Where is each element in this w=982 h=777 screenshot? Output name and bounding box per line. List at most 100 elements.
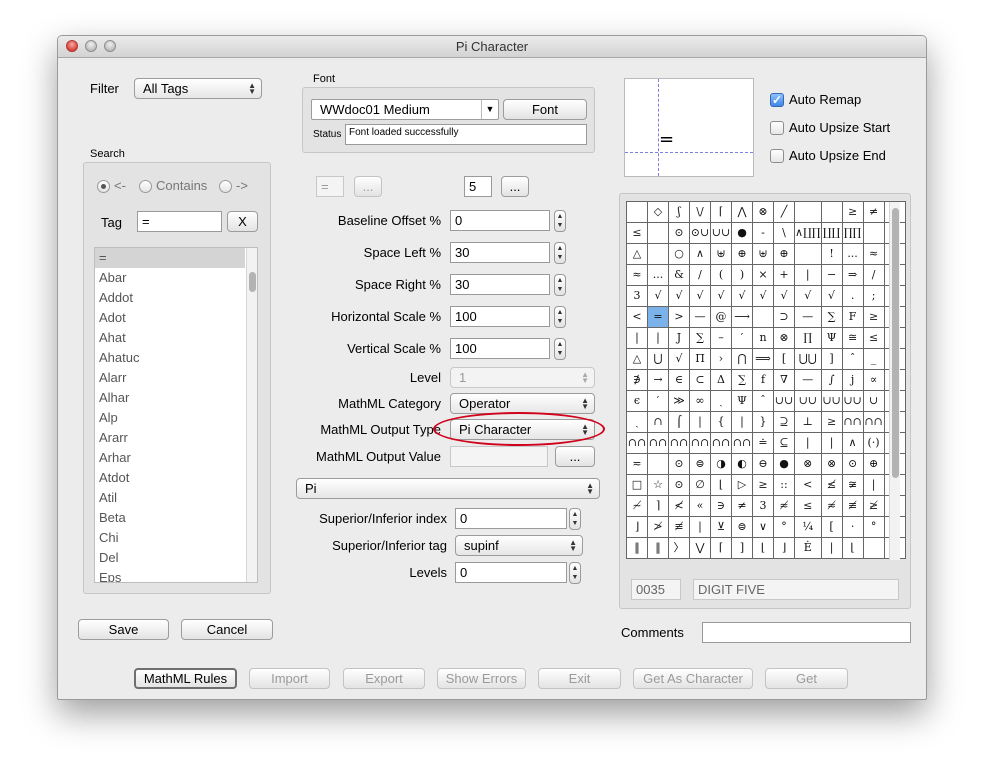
grid-cell[interactable]: ˆ: [752, 390, 774, 412]
grid-cell[interactable]: ●: [773, 453, 795, 475]
grid-cell[interactable]: ≰: [820, 474, 843, 496]
grid-cell[interactable]: ): [731, 264, 753, 286]
grid-cell[interactable]: ≫: [668, 390, 690, 412]
baseline-offset-input[interactable]: 0: [450, 210, 550, 231]
grid-cell[interactable]: –: [710, 327, 732, 349]
grid-cell[interactable]: ...: [841, 243, 864, 265]
grid-cell[interactable]: ≥: [862, 306, 885, 328]
grid-cell[interactable]: ⊻: [710, 516, 732, 538]
grid-cell[interactable]: ⊗: [773, 327, 795, 349]
save-button[interactable]: Save: [78, 619, 169, 640]
grid-cell[interactable]: ≯: [647, 516, 669, 538]
grid-cell[interactable]: ∏: [794, 327, 822, 349]
grid-cell[interactable]: ◐: [731, 453, 753, 475]
grid-cell[interactable]: ∪∪: [794, 390, 822, 412]
grid-cell[interactable]: √: [752, 285, 774, 307]
grid-cell[interactable]: ≮: [668, 495, 690, 517]
space-right-stepper[interactable]: ▲ ▼: [554, 274, 566, 296]
grid-cell[interactable]: −: [820, 264, 843, 286]
character-grid[interactable]: ◇ ʃ \/⌈ ⋀ ⊗ ╱ ≥ ≠ ≤ ⊙ ⊙∪ ∪∪ ● - \ ∧∐∏ ∐∐ ∏∏ △ ○ ∧ ⊎ ⊕ ⊎ ⊕!... ≈ ≈.…: [626, 201, 906, 559]
grid-cell[interactable]: ⊂: [689, 369, 711, 391]
grid-cell[interactable]: ▷: [731, 474, 753, 496]
clear-tag-button[interactable]: X: [227, 211, 258, 232]
tag-list-item[interactable]: Abar: [95, 268, 245, 288]
grid-cell[interactable]: ∞: [689, 390, 711, 412]
grid-cell[interactable]: ·: [841, 516, 864, 538]
grid-cell[interactable]: ⟶: [731, 306, 753, 328]
grid-cell[interactable]: √: [710, 285, 732, 307]
grid-cell[interactable]: ⋃⋃: [794, 348, 822, 370]
grid-cell[interactable]: —: [689, 306, 711, 328]
grid-cell[interactable]: √: [647, 285, 669, 307]
grid-cell[interactable]: (·): [862, 432, 885, 454]
grid-cell[interactable]: /: [689, 264, 711, 286]
grid-cell[interactable]: ⌊: [841, 537, 864, 559]
grid-cell[interactable]: ☆: [647, 474, 669, 496]
tag-list-item[interactable]: Adot: [95, 308, 245, 328]
grid-cell[interactable]: \: [773, 222, 795, 244]
grid-cell[interactable]: ˆ: [841, 348, 864, 370]
grid-cell[interactable]: 〉: [668, 537, 690, 559]
grid-cell[interactable]: ⊜: [689, 453, 711, 475]
tag-list-item[interactable]: Addot: [95, 288, 245, 308]
grid-cell[interactable]: °: [773, 516, 795, 538]
grid-cell[interactable]: +: [773, 264, 795, 286]
grid-cell[interactable]: ∨: [752, 516, 774, 538]
grid-cell[interactable]: ⊗: [820, 453, 843, 475]
grid-cell[interactable]: ≆: [841, 474, 864, 496]
grid-cell[interactable]: ...: [647, 264, 669, 286]
grid-cell[interactable]: ⊗: [752, 201, 774, 223]
grid-cell[interactable]: [862, 537, 885, 559]
grid-cell[interactable]: (: [710, 264, 732, 286]
grid-cell[interactable]: &: [668, 264, 690, 286]
grid-cell[interactable]: —: [794, 369, 822, 391]
grid-cell[interactable]: ∩∩: [710, 432, 732, 454]
grid-cell[interactable]: .: [841, 285, 864, 307]
tag-list-item[interactable]: Chi: [95, 528, 245, 548]
grid-cell[interactable]: ⌈: [710, 537, 732, 559]
grid-scrollbar[interactable]: [889, 202, 900, 560]
grid-cell[interactable]: J: [668, 327, 690, 349]
grid-cell[interactable]: F: [841, 306, 864, 328]
grid-cell[interactable]: ∧: [841, 432, 864, 454]
grid-cell[interactable]: ⌈: [710, 201, 732, 223]
grid-cell[interactable]: √: [668, 285, 690, 307]
grid-cell[interactable]: ≅: [841, 327, 864, 349]
font-button[interactable]: Font: [503, 99, 587, 120]
grid-cell[interactable]: <: [626, 306, 648, 328]
grid-cell[interactable]: |: [794, 432, 822, 454]
grid-cell[interactable]: √: [820, 285, 843, 307]
grid-cell[interactable]: ⊕: [862, 453, 885, 475]
mathml-category-popup[interactable]: Operator ▲ ▼: [450, 393, 595, 414]
tag-list-item[interactable]: Ahat: [95, 328, 245, 348]
grid-cell[interactable]: ⊕: [731, 243, 753, 265]
grid-cell[interactable]: _: [862, 348, 885, 370]
cancel-button[interactable]: Cancel: [181, 619, 273, 640]
auto-upsize-end-checkbox[interactable]: [770, 149, 784, 163]
grid-cell[interactable]: Ψ: [731, 390, 753, 412]
grid-cell[interactable]: ⋂: [731, 348, 753, 370]
tag-list-item[interactable]: Ararr: [95, 428, 245, 448]
grid-cell[interactable]: √: [731, 285, 753, 307]
grid-cell[interactable]: Ė: [794, 537, 822, 559]
tag-list-item[interactable]: Eps: [95, 568, 245, 582]
grid-cell[interactable]: ≢: [841, 495, 864, 517]
grid-cell[interactable]: Π: [689, 348, 711, 370]
grid-cell[interactable]: [647, 243, 669, 265]
grid-cell[interactable]: /: [862, 264, 885, 286]
pi-popup[interactable]: Pi ▲ ▼: [296, 478, 600, 499]
tag-list-item[interactable]: =: [95, 248, 245, 268]
grid-cell[interactable]: ∩∩: [668, 432, 690, 454]
grid-cell[interactable]: ∈: [668, 369, 690, 391]
grid-cell[interactable]: ⌊: [710, 474, 732, 496]
grid-cell[interactable]: -: [752, 222, 774, 244]
grid-cell[interactable]: |: [820, 537, 843, 559]
grid-cell[interactable]: ∑: [820, 306, 843, 328]
index-field[interactable]: 5: [464, 176, 492, 197]
grid-cell[interactable]: |: [820, 432, 843, 454]
grid-cell[interactable]: ⊙∪: [689, 222, 711, 244]
grid-cell[interactable]: √: [668, 348, 690, 370]
grid-cell[interactable]: ⊥: [794, 411, 822, 433]
grid-cell[interactable]: ∧: [689, 243, 711, 265]
grid-cell[interactable]: \/: [689, 201, 711, 223]
